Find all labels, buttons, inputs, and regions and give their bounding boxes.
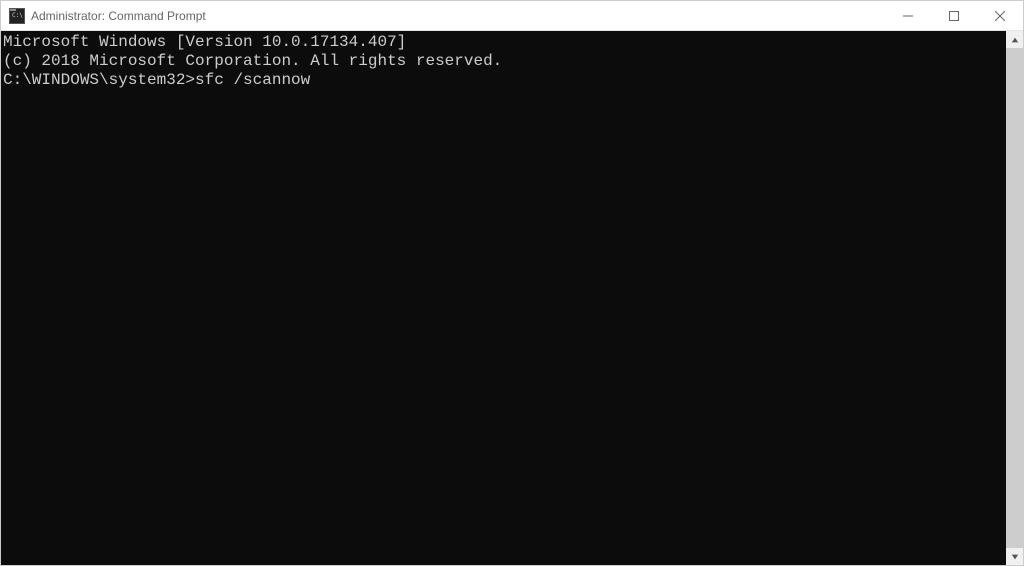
terminal-command: sfc /scannow	[195, 71, 310, 90]
maximize-icon	[949, 11, 959, 21]
app-icon	[9, 8, 25, 24]
vertical-scrollbar[interactable]	[1006, 31, 1023, 565]
chevron-down-icon	[1011, 553, 1019, 561]
close-icon	[995, 11, 1005, 21]
minimize-icon	[903, 11, 913, 21]
scroll-thumb[interactable]	[1006, 48, 1023, 548]
scroll-down-button[interactable]	[1006, 548, 1023, 565]
content-area: Microsoft Windows [Version 10.0.17134.40…	[1, 31, 1023, 565]
terminal-output[interactable]: Microsoft Windows [Version 10.0.17134.40…	[1, 31, 1006, 565]
window-controls	[885, 1, 1023, 30]
window-title: Administrator: Command Prompt	[31, 9, 206, 23]
terminal-prompt: C:\WINDOWS\system32>	[3, 71, 195, 90]
scroll-up-button[interactable]	[1006, 31, 1023, 48]
command-prompt-window: Administrator: Command Prompt Microsoft …	[0, 0, 1024, 566]
chevron-up-icon	[1011, 36, 1019, 44]
close-button[interactable]	[977, 1, 1023, 30]
terminal-line: (c) 2018 Microsoft Corporation. All righ…	[3, 52, 1006, 71]
titlebar[interactable]: Administrator: Command Prompt	[1, 1, 1023, 31]
maximize-button[interactable]	[931, 1, 977, 30]
minimize-button[interactable]	[885, 1, 931, 30]
terminal-line: Microsoft Windows [Version 10.0.17134.40…	[3, 33, 1006, 52]
terminal-command-line: C:\WINDOWS\system32>sfc /scannow	[3, 71, 1006, 90]
